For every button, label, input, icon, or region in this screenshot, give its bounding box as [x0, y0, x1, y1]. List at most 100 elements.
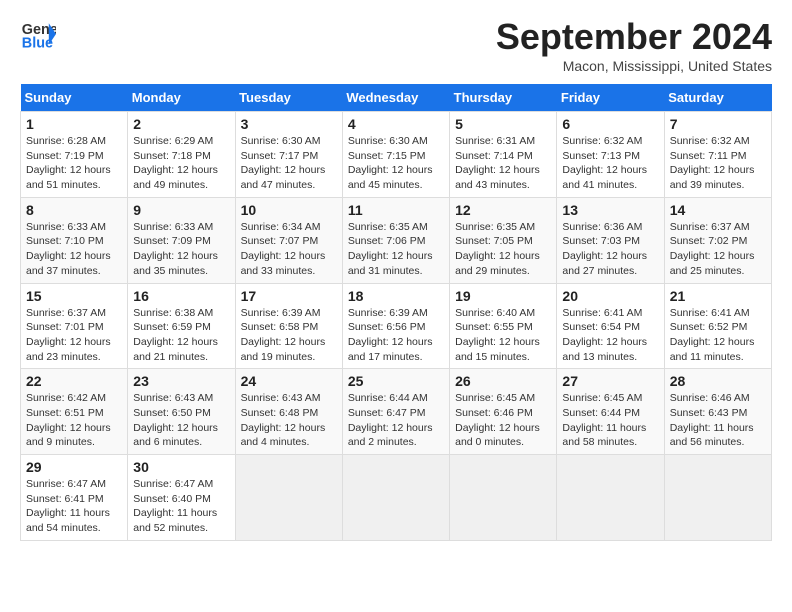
day-info: Sunrise: 6:33 AM Sunset: 7:09 PM Dayligh… [133, 220, 229, 279]
day-number: 17 [241, 288, 337, 304]
calendar-cell: 4 Sunrise: 6:30 AM Sunset: 7:15 PM Dayli… [342, 112, 449, 198]
day-info: Sunrise: 6:42 AM Sunset: 6:51 PM Dayligh… [26, 391, 122, 450]
day-number: 23 [133, 373, 229, 389]
day-info: Sunrise: 6:37 AM Sunset: 7:01 PM Dayligh… [26, 306, 122, 365]
day-info: Sunrise: 6:45 AM Sunset: 6:44 PM Dayligh… [562, 391, 658, 450]
day-number: 3 [241, 116, 337, 132]
calendar-cell: 20 Sunrise: 6:41 AM Sunset: 6:54 PM Dayl… [557, 283, 664, 369]
day-number: 14 [670, 202, 766, 218]
calendar-cell: 17 Sunrise: 6:39 AM Sunset: 6:58 PM Dayl… [235, 283, 342, 369]
calendar-cell: 29 Sunrise: 6:47 AM Sunset: 6:41 PM Dayl… [21, 455, 128, 541]
day-header-monday: Monday [128, 84, 235, 112]
day-info: Sunrise: 6:30 AM Sunset: 7:15 PM Dayligh… [348, 134, 444, 193]
day-number: 27 [562, 373, 658, 389]
calendar-cell [664, 455, 771, 541]
day-number: 18 [348, 288, 444, 304]
day-number: 7 [670, 116, 766, 132]
calendar-cell: 23 Sunrise: 6:43 AM Sunset: 6:50 PM Dayl… [128, 369, 235, 455]
calendar-cell: 24 Sunrise: 6:43 AM Sunset: 6:48 PM Dayl… [235, 369, 342, 455]
day-header-sunday: Sunday [21, 84, 128, 112]
calendar-cell [450, 455, 557, 541]
calendar-cell: 28 Sunrise: 6:46 AM Sunset: 6:43 PM Dayl… [664, 369, 771, 455]
day-info: Sunrise: 6:39 AM Sunset: 6:56 PM Dayligh… [348, 306, 444, 365]
calendar-cell: 5 Sunrise: 6:31 AM Sunset: 7:14 PM Dayli… [450, 112, 557, 198]
day-info: Sunrise: 6:44 AM Sunset: 6:47 PM Dayligh… [348, 391, 444, 450]
day-header-saturday: Saturday [664, 84, 771, 112]
day-info: Sunrise: 6:39 AM Sunset: 6:58 PM Dayligh… [241, 306, 337, 365]
calendar-cell [235, 455, 342, 541]
day-number: 2 [133, 116, 229, 132]
calendar-cell: 26 Sunrise: 6:45 AM Sunset: 6:46 PM Dayl… [450, 369, 557, 455]
calendar-week-4: 22 Sunrise: 6:42 AM Sunset: 6:51 PM Dayl… [21, 369, 772, 455]
calendar-cell: 30 Sunrise: 6:47 AM Sunset: 6:40 PM Dayl… [128, 455, 235, 541]
day-number: 8 [26, 202, 122, 218]
day-number: 10 [241, 202, 337, 218]
calendar-cell: 9 Sunrise: 6:33 AM Sunset: 7:09 PM Dayli… [128, 197, 235, 283]
page-header: General Blue September 2024 Macon, Missi… [20, 16, 772, 74]
day-number: 26 [455, 373, 551, 389]
day-info: Sunrise: 6:43 AM Sunset: 6:50 PM Dayligh… [133, 391, 229, 450]
day-info: Sunrise: 6:43 AM Sunset: 6:48 PM Dayligh… [241, 391, 337, 450]
day-number: 22 [26, 373, 122, 389]
calendar-week-3: 15 Sunrise: 6:37 AM Sunset: 7:01 PM Dayl… [21, 283, 772, 369]
calendar-cell: 8 Sunrise: 6:33 AM Sunset: 7:10 PM Dayli… [21, 197, 128, 283]
calendar-cell: 27 Sunrise: 6:45 AM Sunset: 6:44 PM Dayl… [557, 369, 664, 455]
day-info: Sunrise: 6:32 AM Sunset: 7:13 PM Dayligh… [562, 134, 658, 193]
location: Macon, Mississippi, United States [496, 58, 772, 74]
calendar-week-5: 29 Sunrise: 6:47 AM Sunset: 6:41 PM Dayl… [21, 455, 772, 541]
calendar-cell [557, 455, 664, 541]
day-number: 29 [26, 459, 122, 475]
day-header-wednesday: Wednesday [342, 84, 449, 112]
day-info: Sunrise: 6:28 AM Sunset: 7:19 PM Dayligh… [26, 134, 122, 193]
calendar-cell: 7 Sunrise: 6:32 AM Sunset: 7:11 PM Dayli… [664, 112, 771, 198]
day-info: Sunrise: 6:37 AM Sunset: 7:02 PM Dayligh… [670, 220, 766, 279]
day-info: Sunrise: 6:45 AM Sunset: 6:46 PM Dayligh… [455, 391, 551, 450]
day-number: 9 [133, 202, 229, 218]
month-title: September 2024 [496, 16, 772, 58]
day-info: Sunrise: 6:32 AM Sunset: 7:11 PM Dayligh… [670, 134, 766, 193]
logo: General Blue [20, 16, 56, 52]
svg-text:Blue: Blue [22, 36, 53, 52]
day-info: Sunrise: 6:31 AM Sunset: 7:14 PM Dayligh… [455, 134, 551, 193]
day-number: 12 [455, 202, 551, 218]
day-number: 25 [348, 373, 444, 389]
day-number: 15 [26, 288, 122, 304]
calendar-cell: 12 Sunrise: 6:35 AM Sunset: 7:05 PM Dayl… [450, 197, 557, 283]
calendar-cell: 18 Sunrise: 6:39 AM Sunset: 6:56 PM Dayl… [342, 283, 449, 369]
day-number: 11 [348, 202, 444, 218]
day-info: Sunrise: 6:46 AM Sunset: 6:43 PM Dayligh… [670, 391, 766, 450]
calendar-cell: 15 Sunrise: 6:37 AM Sunset: 7:01 PM Dayl… [21, 283, 128, 369]
day-info: Sunrise: 6:35 AM Sunset: 7:06 PM Dayligh… [348, 220, 444, 279]
day-info: Sunrise: 6:47 AM Sunset: 6:41 PM Dayligh… [26, 477, 122, 536]
calendar-cell: 25 Sunrise: 6:44 AM Sunset: 6:47 PM Dayl… [342, 369, 449, 455]
day-number: 1 [26, 116, 122, 132]
day-info: Sunrise: 6:33 AM Sunset: 7:10 PM Dayligh… [26, 220, 122, 279]
day-header-tuesday: Tuesday [235, 84, 342, 112]
day-number: 28 [670, 373, 766, 389]
day-info: Sunrise: 6:29 AM Sunset: 7:18 PM Dayligh… [133, 134, 229, 193]
day-number: 21 [670, 288, 766, 304]
calendar-cell: 21 Sunrise: 6:41 AM Sunset: 6:52 PM Dayl… [664, 283, 771, 369]
title-area: September 2024 Macon, Mississippi, Unite… [496, 16, 772, 74]
day-number: 13 [562, 202, 658, 218]
calendar-cell: 6 Sunrise: 6:32 AM Sunset: 7:13 PM Dayli… [557, 112, 664, 198]
calendar-cell [342, 455, 449, 541]
day-info: Sunrise: 6:36 AM Sunset: 7:03 PM Dayligh… [562, 220, 658, 279]
calendar-cell: 1 Sunrise: 6:28 AM Sunset: 7:19 PM Dayli… [21, 112, 128, 198]
day-number: 6 [562, 116, 658, 132]
calendar-cell: 19 Sunrise: 6:40 AM Sunset: 6:55 PM Dayl… [450, 283, 557, 369]
day-number: 5 [455, 116, 551, 132]
day-number: 4 [348, 116, 444, 132]
calendar-cell: 22 Sunrise: 6:42 AM Sunset: 6:51 PM Dayl… [21, 369, 128, 455]
calendar-cell: 10 Sunrise: 6:34 AM Sunset: 7:07 PM Dayl… [235, 197, 342, 283]
calendar-cell: 13 Sunrise: 6:36 AM Sunset: 7:03 PM Dayl… [557, 197, 664, 283]
calendar-cell: 11 Sunrise: 6:35 AM Sunset: 7:06 PM Dayl… [342, 197, 449, 283]
day-info: Sunrise: 6:40 AM Sunset: 6:55 PM Dayligh… [455, 306, 551, 365]
logo-icon: General Blue [20, 16, 56, 52]
day-info: Sunrise: 6:38 AM Sunset: 6:59 PM Dayligh… [133, 306, 229, 365]
calendar-week-2: 8 Sunrise: 6:33 AM Sunset: 7:10 PM Dayli… [21, 197, 772, 283]
day-header-friday: Friday [557, 84, 664, 112]
calendar-week-1: 1 Sunrise: 6:28 AM Sunset: 7:19 PM Dayli… [21, 112, 772, 198]
calendar-cell: 3 Sunrise: 6:30 AM Sunset: 7:17 PM Dayli… [235, 112, 342, 198]
calendar-cell: 16 Sunrise: 6:38 AM Sunset: 6:59 PM Dayl… [128, 283, 235, 369]
